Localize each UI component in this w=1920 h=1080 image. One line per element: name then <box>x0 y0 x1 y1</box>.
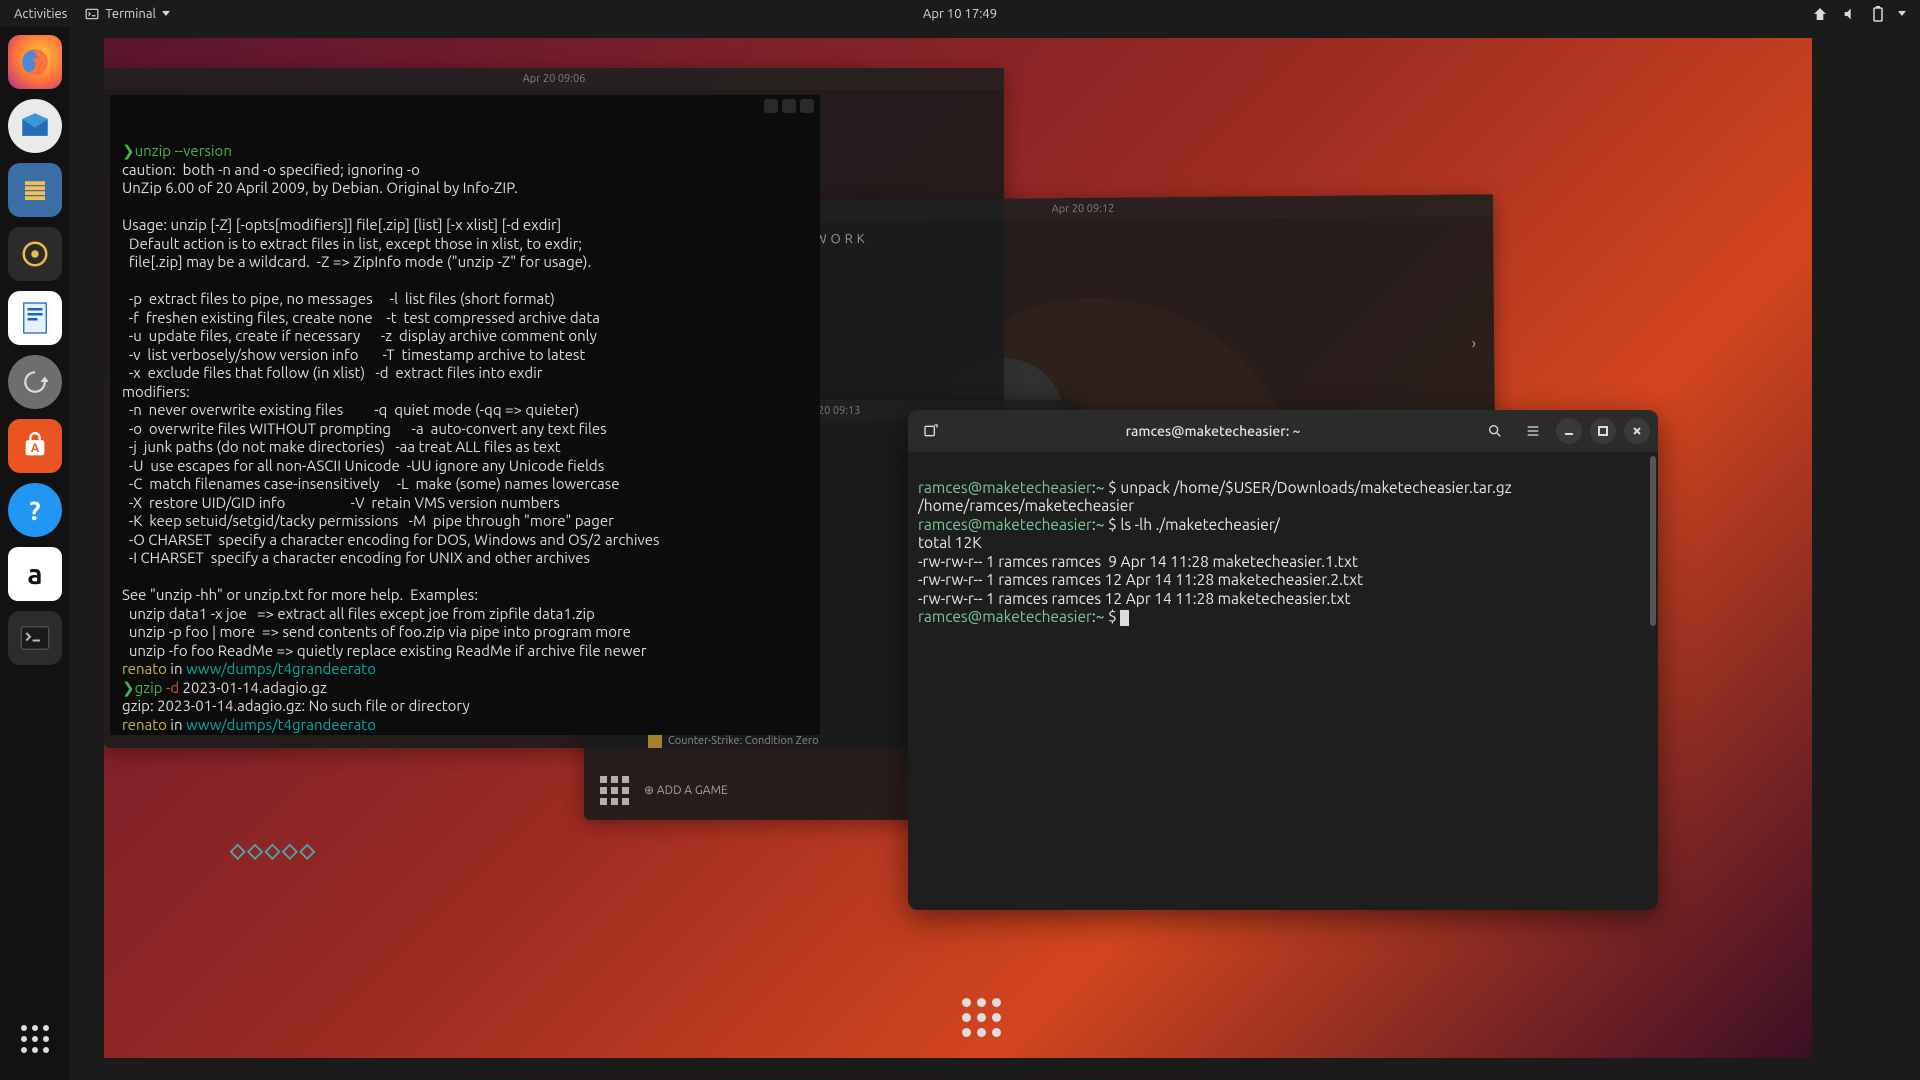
terminal-icon[interactable] <box>8 611 62 665</box>
help-icon[interactable]: ? <box>8 483 62 537</box>
svg-text:A: A <box>31 442 40 455</box>
hamburger-icon <box>1525 423 1541 439</box>
show-applications-desktop-icon[interactable] <box>962 998 1001 1037</box>
window-controls <box>764 99 814 113</box>
terminal-body[interactable]: ramces@maketecheasier:~ $ unpack /home/$… <box>908 452 1658 910</box>
thunderbird-icon[interactable] <box>8 99 62 153</box>
cursor <box>1120 610 1129 626</box>
new-tab-button[interactable] <box>916 416 946 446</box>
minimize-button[interactable] <box>1556 418 1582 444</box>
clock[interactable]: Apr 10 17:49 <box>923 7 997 21</box>
amazon-icon[interactable]: a <box>8 547 62 601</box>
maximize-button[interactable] <box>1590 418 1616 444</box>
window-title: ramces@maketecheasier: ~ <box>954 423 1472 439</box>
close-button[interactable] <box>1624 418 1650 444</box>
app-menu[interactable]: Terminal <box>85 7 170 21</box>
minimize-icon[interactable] <box>764 99 778 113</box>
libreoffice-writer-icon[interactable] <box>8 291 62 345</box>
terminal-left-window[interactable]: ❯unzip --version caution: both -n and -o… <box>110 95 820 735</box>
ubuntu-software-icon[interactable]: A <box>8 419 62 473</box>
prompt-path: www/dumps/t4grandeerato <box>186 660 376 677</box>
chevron-down-icon <box>162 11 170 16</box>
search-icon <box>1487 423 1503 439</box>
activities-button[interactable]: Activities <box>14 7 67 21</box>
hamburger-menu-button[interactable] <box>1518 416 1548 446</box>
close-icon[interactable] <box>800 99 814 113</box>
volume-icon[interactable] <box>1842 6 1858 22</box>
app-menu-label: Terminal <box>105 7 156 21</box>
prompt-user: renato <box>122 660 167 677</box>
terminal-right-window[interactable]: ramces@maketecheasier: ~ ramces@maketech… <box>908 410 1658 910</box>
scrollbar[interactable] <box>1650 456 1656 626</box>
dock: A ? a <box>0 27 70 1080</box>
show-applications-icon[interactable] <box>8 1012 62 1066</box>
battery-icon[interactable] <box>1872 6 1884 22</box>
terminal-output: caution: both -n and -o specified; ignor… <box>122 161 420 178</box>
software-updater-icon[interactable] <box>8 355 62 409</box>
firefox-icon[interactable] <box>8 35 62 89</box>
network-icon[interactable] <box>1812 6 1828 22</box>
terminal-small-icon <box>85 7 99 21</box>
rhythmbox-icon[interactable] <box>8 227 62 281</box>
dna-logo: ◇◇◇◇◇ <box>230 838 317 862</box>
files-icon[interactable] <box>8 163 62 217</box>
terminal-titlebar: ramces@maketecheasier: ~ <box>908 410 1658 452</box>
maximize-icon[interactable] <box>782 99 796 113</box>
search-button[interactable] <box>1480 416 1510 446</box>
gnome-topbar: Activities Terminal Apr 10 17:49 <box>0 0 1920 27</box>
system-menu-chevron-icon[interactable] <box>1898 11 1906 16</box>
